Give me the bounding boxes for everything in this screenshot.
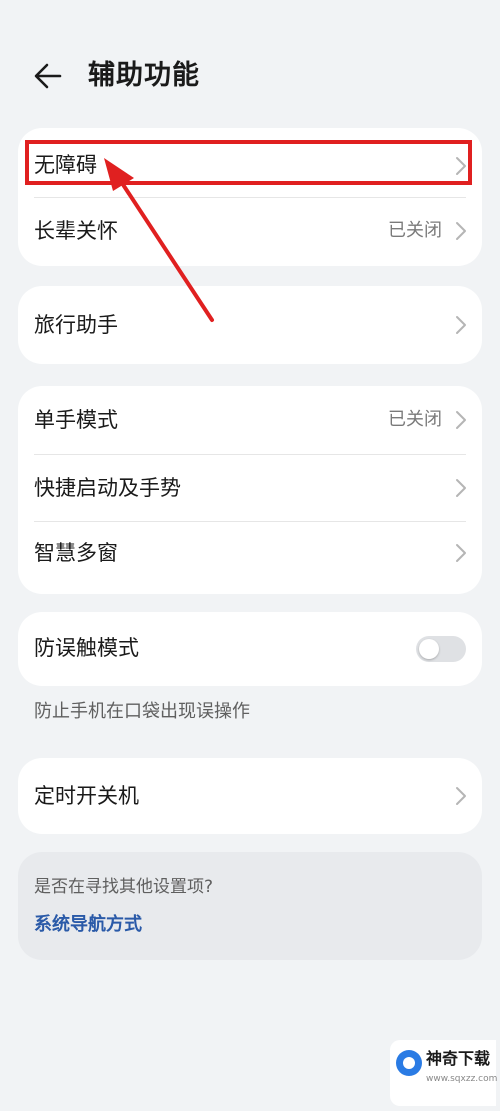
- toggle-knob: [419, 639, 439, 659]
- anti-mistouch-toggle[interactable]: [416, 636, 466, 662]
- smart-multi-window-row[interactable]: 智慧多窗: [18, 521, 482, 594]
- settings-group-4: 防误触模式: [18, 612, 482, 686]
- elder-care-label: 长辈关怀: [34, 219, 118, 243]
- settings-group-3: 单手模式 已关闭 快捷启动及手势 智慧多窗: [18, 386, 482, 594]
- settings-group-2: 旅行助手: [18, 286, 482, 364]
- chevron-right-icon: [456, 479, 466, 497]
- shortcuts-gestures-row[interactable]: 快捷启动及手势: [18, 454, 482, 521]
- settings-group-5: 定时开关机: [18, 758, 482, 834]
- page-title: 辅助功能: [88, 60, 200, 91]
- system-navigation-link[interactable]: 系统导航方式: [34, 911, 142, 939]
- scheduled-power-row[interactable]: 定时开关机: [18, 758, 482, 834]
- suggestion-question: 是否在寻找其他设置项?: [34, 877, 214, 897]
- watermark-title: 神奇下载: [426, 1049, 491, 1068]
- elder-care-status: 已关闭: [388, 220, 442, 241]
- travel-assistant-label: 旅行助手: [34, 313, 118, 337]
- scheduled-power-label: 定时开关机: [34, 784, 139, 808]
- smart-multi-window-label: 智慧多窗: [34, 541, 118, 565]
- travel-assistant-row[interactable]: 旅行助手: [18, 286, 482, 364]
- one-hand-mode-label: 单手模式: [34, 408, 118, 432]
- other-settings-suggestion: 是否在寻找其他设置项? 系统导航方式: [18, 852, 482, 960]
- anti-mistouch-row[interactable]: 防误触模式: [18, 612, 482, 686]
- chevron-right-icon: [456, 222, 466, 240]
- accessibility-row[interactable]: 无障碍: [18, 128, 482, 197]
- shortcuts-gestures-label: 快捷启动及手势: [34, 476, 181, 500]
- chevron-right-icon: [456, 316, 466, 334]
- chevron-right-icon: [456, 411, 466, 429]
- chevron-right-icon: [456, 157, 466, 175]
- chevron-right-icon: [456, 787, 466, 805]
- one-hand-mode-row[interactable]: 单手模式 已关闭: [18, 386, 482, 454]
- settings-group-1: 无障碍 长辈关怀 已关闭: [18, 128, 482, 266]
- anti-mistouch-label: 防误触模式: [34, 636, 139, 660]
- elder-care-row[interactable]: 长辈关怀 已关闭: [18, 197, 482, 266]
- back-button[interactable]: [30, 58, 70, 94]
- one-hand-mode-status: 已关闭: [388, 409, 442, 430]
- title-bar: 辅助功能: [0, 40, 500, 112]
- accessibility-label: 无障碍: [34, 153, 97, 177]
- chevron-right-icon: [456, 544, 466, 562]
- back-arrow-icon: [34, 63, 62, 89]
- anti-mistouch-caption: 防止手机在口袋出现误操作: [34, 701, 250, 722]
- watermark-url: www.sqxzz.com: [426, 1074, 498, 1084]
- watermark: 神奇下载 www.sqxzz.com: [390, 1040, 498, 1106]
- watermark-logo-icon: [396, 1050, 422, 1076]
